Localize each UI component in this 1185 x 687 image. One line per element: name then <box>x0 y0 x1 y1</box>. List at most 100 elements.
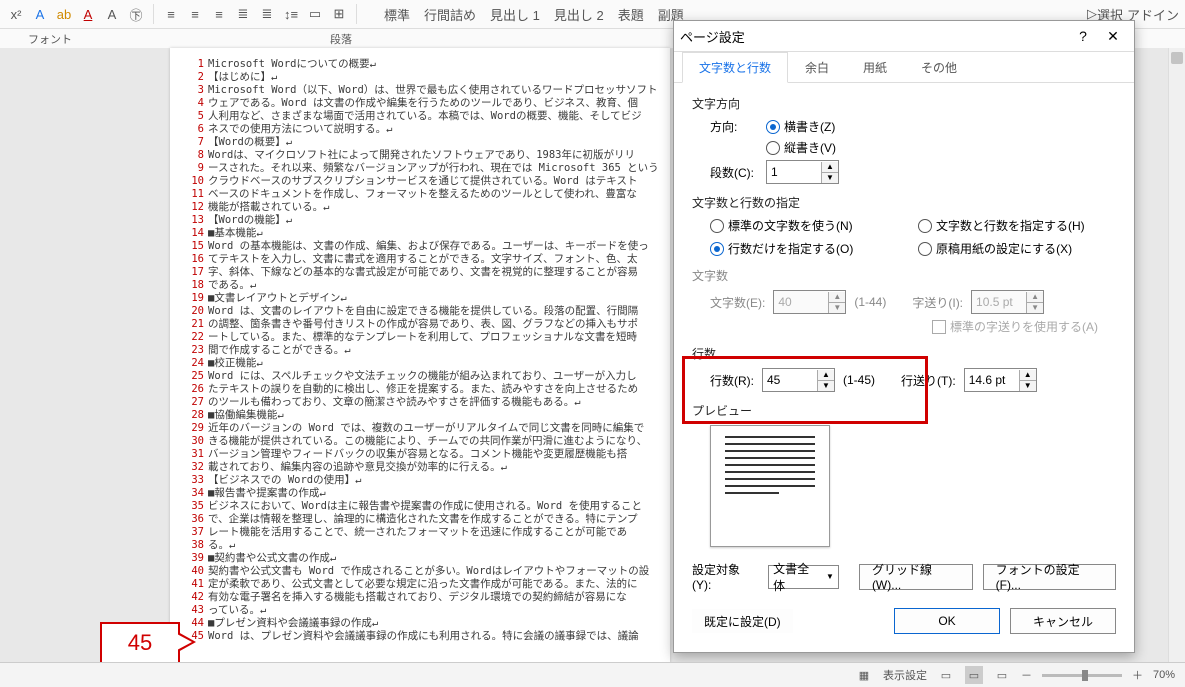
text-color-icon[interactable]: A <box>78 4 98 24</box>
document-line[interactable]: 33【ビジネスでの Wordの使用】↵ <box>180 474 660 487</box>
apply-to-select[interactable]: 文書全体▼ <box>768 565 839 589</box>
document-line[interactable]: 12機能が搭載されている。↵ <box>180 201 660 214</box>
highlight-icon[interactable]: ab <box>54 4 74 24</box>
document-line[interactable]: 32載されており、編集内容の追跡や意見交換が効率的に行える。↵ <box>180 461 660 474</box>
set-default-button[interactable]: 既定に設定(D) <box>692 609 793 633</box>
style-nospacing[interactable]: 行間詰め <box>424 4 476 24</box>
tab-chars-lines[interactable]: 文字数と行数 <box>682 52 788 83</box>
vertical-scrollbar[interactable] <box>1168 48 1185 663</box>
document-line[interactable]: 36で、企業は情報を整理し、論理的に構造化された文書を作成することができる。特に… <box>180 513 660 526</box>
document-line[interactable]: 9ースされた。それ以来、頻繁なバージョンアップが行われ、現在では Microso… <box>180 162 660 175</box>
enclose-icon[interactable]: ㊦ <box>126 4 146 24</box>
document-line[interactable]: 27のツールも備わっており、文章の簡潔さや読みやすさを評価する機能もある。↵ <box>180 396 660 409</box>
print-layout-icon[interactable]: ▭ <box>965 666 983 684</box>
document-line[interactable]: 24■校正機能↵ <box>180 357 660 370</box>
tab-margins[interactable]: 余白 <box>788 52 846 82</box>
borders-icon[interactable]: ⊞ <box>329 4 349 24</box>
style-heading2[interactable]: 見出し 2 <box>554 4 604 24</box>
document-line[interactable]: 1Microsoft Wordについての概要↵ <box>180 58 660 71</box>
close-button[interactable]: ✕ <box>1098 22 1128 50</box>
document-line[interactable]: 15Word の基本機能は、文書の作成、編集、および保存である。ユーザーは、キー… <box>180 240 660 253</box>
document-line[interactable]: 45Word は、プレゼン資料や会議議事録の作成にも利用される。特に会議の議事録… <box>180 630 660 643</box>
radio-specify-both[interactable]: 文字数と行数を指定する(H) <box>918 217 1116 234</box>
document-line[interactable]: 38る。↵ <box>180 539 660 552</box>
document-line[interactable]: 19■文書レイアウトとデザイン↵ <box>180 292 660 305</box>
line-text: ウェアである。Word は文書の作成や編集を行うためのツールであり、ビジネス、教… <box>208 97 660 110</box>
line-text: で、企業は情報を整理し、論理的に構造化された文書を作成することができる。特にテン… <box>208 513 660 526</box>
radio-manuscript[interactable]: 原稿用紙の設定にする(X) <box>918 240 1116 257</box>
align-left-icon[interactable]: ≡ <box>161 4 181 24</box>
line-text: 人利用など、さまざまな場面で活用されている。本稿では、Wordの概要、機能、そし… <box>208 110 660 123</box>
style-title[interactable]: 表題 <box>618 4 644 24</box>
zoom-in-button[interactable]: ＋ <box>1132 667 1143 683</box>
document-line[interactable]: 30きる機能が提供されている。この機能により、チームでの共同作業が円滑に進むよう… <box>180 435 660 448</box>
document-line[interactable]: 20Word は、文書のレイアウトを自由に設定できる機能を提供している。段落の配… <box>180 305 660 318</box>
document-line[interactable]: 3Microsoft Word（以下、Word）は、世界で最も広く使用されている… <box>180 84 660 97</box>
scroll-up-icon[interactable] <box>1171 52 1183 64</box>
distributed-icon[interactable]: ≣ <box>257 4 277 24</box>
document-line[interactable]: 23間で作成することができる。↵ <box>180 344 660 357</box>
document-line[interactable]: 39■契約書や公式文書の作成↵ <box>180 552 660 565</box>
font-settings-button[interactable]: フォントの設定(F)... <box>983 564 1116 590</box>
document-line[interactable]: 34■報告書や提案書の作成↵ <box>180 487 660 500</box>
document-line[interactable]: 29近年のバージョンの Word では、複数のユーザーがリアルタイムで同じ文書を… <box>180 422 660 435</box>
document-page[interactable]: 1Microsoft Wordについての概要↵2【はじめに】↵3Microsof… <box>170 48 670 663</box>
zoom-level[interactable]: 70% <box>1153 669 1175 681</box>
document-line[interactable]: 35ビジネスにおいて、Wordは主に報告書や提案書の作成に使用される。Word … <box>180 500 660 513</box>
character-shading-icon[interactable]: A <box>102 4 122 24</box>
document-line[interactable]: 40契約書や公式文書も Word で作成されることが多い。Wordはレイアウトや… <box>180 565 660 578</box>
tab-paper[interactable]: 用紙 <box>846 52 904 82</box>
help-button[interactable]: ? <box>1068 22 1098 50</box>
align-center-icon[interactable]: ≡ <box>185 4 205 24</box>
document-line[interactable]: 8Wordは、マイクロソフト社によって開発されたソフトウェアであり、1983年に… <box>180 149 660 162</box>
columns-spinner[interactable]: ▲▼ <box>766 160 839 184</box>
radio-horizontal[interactable]: 横書き(Z) <box>766 118 835 135</box>
document-line[interactable]: 41定が柔軟であり、公式文書として必要な規定に沿った文書作成が可能である。また、… <box>180 578 660 591</box>
justify-icon[interactable]: ≣ <box>233 4 253 24</box>
align-right-icon[interactable]: ≡ <box>209 4 229 24</box>
cancel-button[interactable]: キャンセル <box>1010 608 1116 634</box>
shading-icon[interactable]: ▭ <box>305 4 325 24</box>
document-line[interactable]: 11ベースのドキュメントを作成し、フォーマットを整えるためのツールとして使われ、… <box>180 188 660 201</box>
superscript-icon[interactable]: x² <box>6 4 26 24</box>
style-normal[interactable]: 標準 <box>384 4 410 24</box>
style-heading1[interactable]: 見出し 1 <box>490 4 540 24</box>
lines-spinner[interactable]: ▲▼ <box>762 368 835 392</box>
display-settings-label[interactable]: 表示設定 <box>883 667 927 683</box>
zoom-out-button[interactable]: － <box>1021 667 1032 683</box>
read-mode-icon[interactable]: ▭ <box>937 666 955 684</box>
document-line[interactable]: 18である。↵ <box>180 279 660 292</box>
document-line[interactable]: 44■プレゼン資料や会議議事録の作成↵ <box>180 617 660 630</box>
radio-standard-chars[interactable]: 標準の文字数を使う(N) <box>710 217 908 234</box>
document-line[interactable]: 6ネスでの使用方法について説明する。↵ <box>180 123 660 136</box>
document-line[interactable]: 2【はじめに】↵ <box>180 71 660 84</box>
document-line[interactable]: 13【Wordの機能】↵ <box>180 214 660 227</box>
line-spacing-icon[interactable]: ↕≡ <box>281 4 301 24</box>
document-line[interactable]: 16てテキストを入力し、文書に書式を適用することができる。文字サイズ、フォント、… <box>180 253 660 266</box>
zoom-slider[interactable] <box>1042 674 1122 677</box>
document-line[interactable]: 5人利用など、さまざまな場面で活用されている。本稿では、Wordの概要、機能、そ… <box>180 110 660 123</box>
font-color-icon[interactable]: A <box>30 4 50 24</box>
gridlines-button[interactable]: グリッド線(W)... <box>859 564 973 590</box>
document-line[interactable]: 22ートしている。また、標準的なテンプレートを利用して、プロフェッショナルな文書… <box>180 331 660 344</box>
document-line[interactable]: 42有効な電子署名を挿入する機能も搭載されており、デジタル環境での契約締結が容易… <box>180 591 660 604</box>
document-line[interactable]: 14■基本機能↵ <box>180 227 660 240</box>
document-line[interactable]: 37レート機能を活用することで、統一されたフォーマットを迅速に作成することが可能… <box>180 526 660 539</box>
tab-other[interactable]: その他 <box>904 52 974 82</box>
document-line[interactable]: 26たテキストの誤りを自動的に検出し、修正を提案する。また、読みやすさを向上させ… <box>180 383 660 396</box>
web-layout-icon[interactable]: ▭ <box>993 666 1011 684</box>
document-line[interactable]: 43っている。↵ <box>180 604 660 617</box>
ok-button[interactable]: OK <box>894 608 1000 634</box>
radio-vertical[interactable]: 縦書き(V) <box>766 139 836 156</box>
document-line[interactable]: 21の調整、箇条書きや番号付きリストの作成が容易であり、表、図、グラフなどの挿入… <box>180 318 660 331</box>
document-line[interactable]: 10クラウドベースのサブスクリプションサービスを通じて提供されている。Word … <box>180 175 660 188</box>
document-line[interactable]: 28■協働編集機能↵ <box>180 409 660 422</box>
document-line[interactable]: 7【Wordの概要】↵ <box>180 136 660 149</box>
display-settings-icon[interactable]: ▦ <box>855 666 873 684</box>
line-pitch-spinner[interactable]: ▲▼ <box>964 368 1037 392</box>
document-line[interactable]: 17字、斜体、下線などの基本的な書式設定が可能であり、文書を視覚的に整理すること… <box>180 266 660 279</box>
document-line[interactable]: 4ウェアである。Word は文書の作成や編集を行うためのツールであり、ビジネス、… <box>180 97 660 110</box>
radio-lines-only[interactable]: 行数だけを指定する(O) <box>710 240 908 257</box>
document-line[interactable]: 25Word には、スペルチェックや文法チェックの機能が組み込まれており、ユーザ… <box>180 370 660 383</box>
document-line[interactable]: 31バージョン管理やフィードバックの収集が容易となる。コメント機能や変更履歴機能… <box>180 448 660 461</box>
